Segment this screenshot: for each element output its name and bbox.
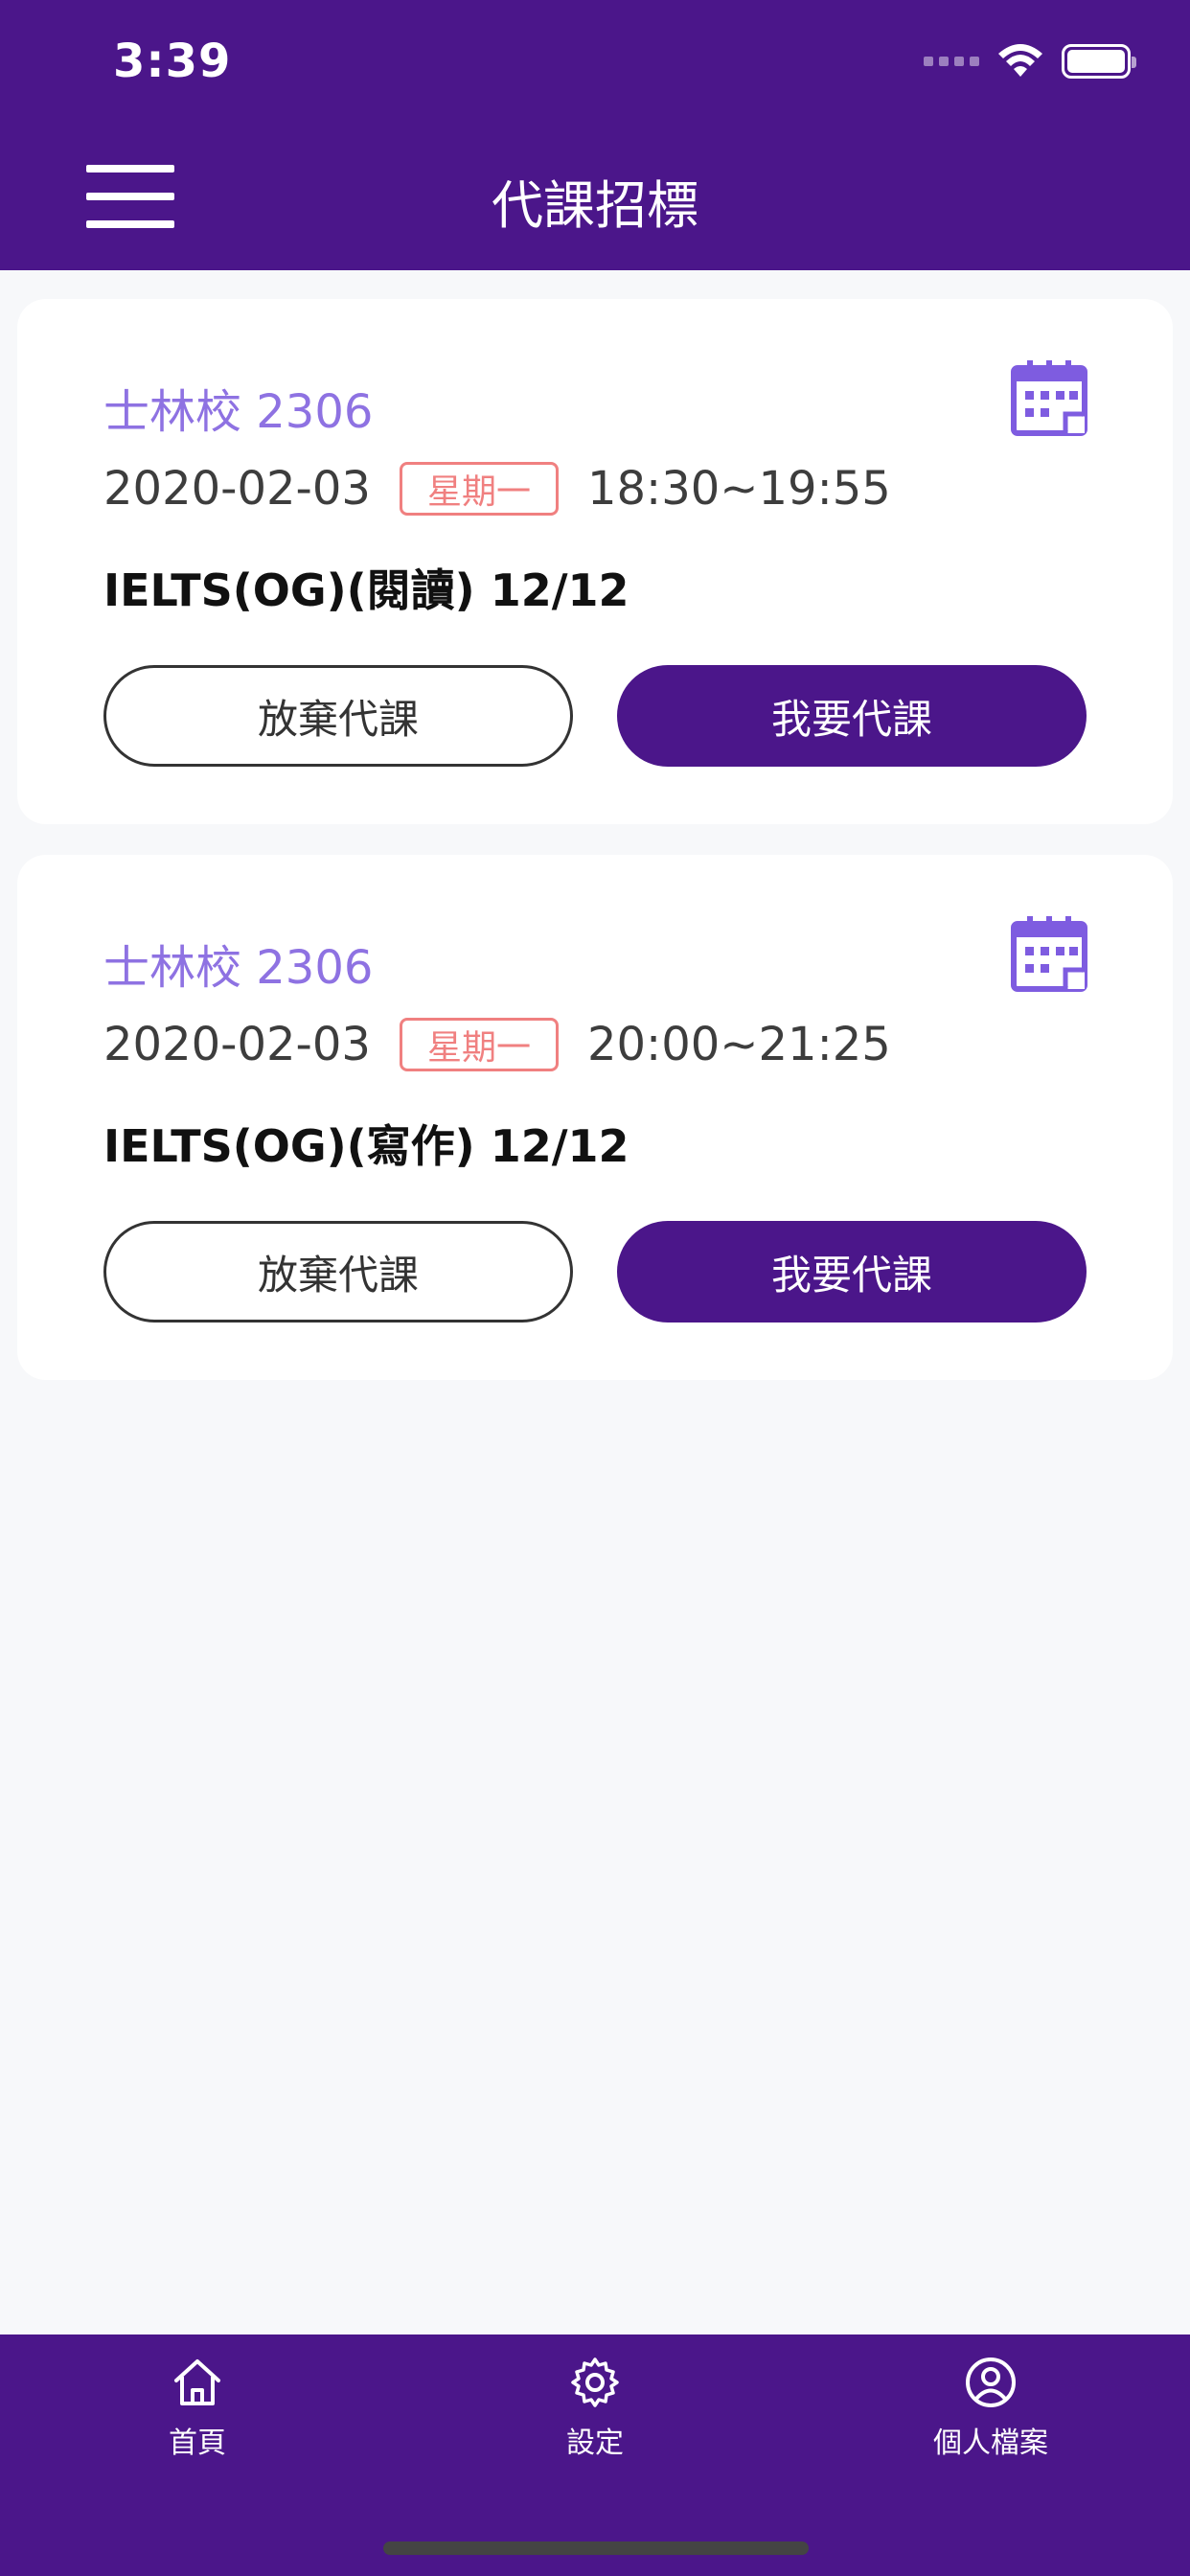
class-date: 2020-02-03: [103, 462, 371, 516]
substitute-card: 士林校 2306 2020-02-03 星期一 18:30~19:55 IELT…: [17, 299, 1173, 824]
campus-label: 士林校 2306: [103, 385, 374, 439]
status-time: 3:39: [113, 34, 232, 88]
gear-icon: [571, 2358, 619, 2407]
class-time: 20:00~21:25: [586, 1018, 891, 1071]
class-time: 18:30~19:55: [586, 462, 891, 516]
home-icon: [174, 2359, 220, 2405]
course-name: IELTS(OG)(閱讀) 12/12: [103, 564, 629, 616]
nav-label: 首頁: [169, 2426, 226, 2460]
decline-button[interactable]: 放棄代課: [103, 1221, 573, 1322]
decline-button[interactable]: 放棄代課: [103, 665, 573, 767]
page-title: 代課招標: [492, 175, 698, 236]
battery-icon: [1062, 44, 1136, 79]
accept-button[interactable]: 我要代課: [617, 1221, 1087, 1322]
substitute-list: 士林校 2306 2020-02-03 星期一 18:30~19:55 IELT…: [17, 299, 1173, 1411]
signal-icon: [924, 57, 979, 66]
weekday-badge: 星期一: [399, 462, 559, 516]
calendar-icon[interactable]: [1010, 358, 1088, 437]
schedule-row: 2020-02-03 星期一 20:00~21:25: [103, 1018, 891, 1071]
schedule-row: 2020-02-03 星期一 18:30~19:55: [103, 462, 891, 516]
nav-item-profile[interactable]: 個人檔案: [876, 2354, 1106, 2461]
home-indicator[interactable]: [383, 2542, 809, 2555]
substitute-card: 士林校 2306 2020-02-03 星期一 20:00~21:25 IELT…: [17, 855, 1173, 1380]
wifi-icon: [998, 44, 1042, 77]
nav-item-settings[interactable]: 設定: [480, 2354, 710, 2461]
accept-button[interactable]: 我要代課: [617, 665, 1087, 767]
nav-label: 設定: [566, 2426, 624, 2460]
bottom-nav: 首頁 設定 個人檔案: [0, 2334, 1190, 2576]
screen: 3:39 代課招標 士林校 2306 2020-02-03 星期一 18:30~…: [0, 0, 1190, 2576]
class-date: 2020-02-03: [103, 1018, 371, 1071]
campus-label: 士林校 2306: [103, 941, 374, 995]
status-icons: [924, 42, 1136, 80]
weekday-badge: 星期一: [399, 1018, 559, 1071]
nav-item-home[interactable]: 首頁: [82, 2354, 312, 2461]
course-name: IELTS(OG)(寫作) 12/12: [103, 1120, 629, 1172]
nav-label: 個人檔案: [933, 2426, 1048, 2460]
user-circle-icon: [966, 2358, 1016, 2407]
app-header: 3:39 代課招標: [0, 0, 1190, 270]
calendar-icon[interactable]: [1010, 914, 1088, 993]
